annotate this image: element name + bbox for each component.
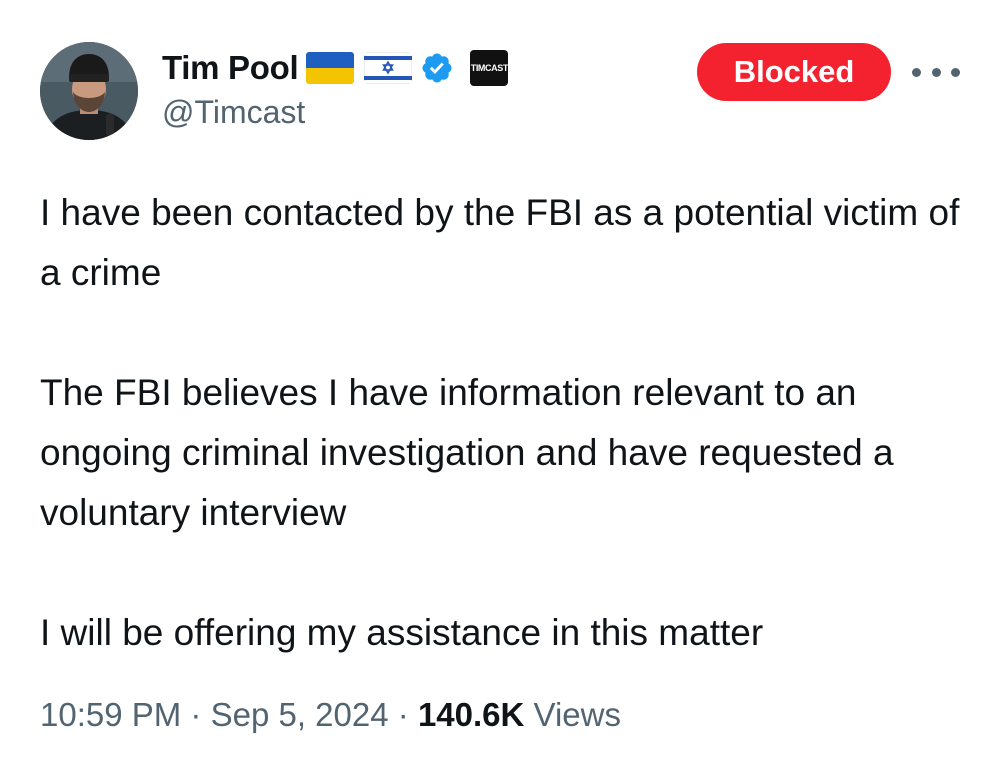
- author-name-row: Tim Pool TIMCAST: [162, 46, 509, 90]
- meta-separator: ·: [397, 696, 409, 733]
- avatar[interactable]: [40, 42, 138, 140]
- avatar-image: [40, 42, 138, 140]
- author-handle[interactable]: @Timcast: [162, 94, 305, 131]
- tweet-text: I have been contacted by the FBI as a po…: [40, 183, 960, 663]
- meta-separator: ·: [190, 696, 202, 733]
- more-options-icon[interactable]: [912, 52, 960, 92]
- dot: [912, 67, 921, 77]
- verified-badge-icon[interactable]: [420, 51, 454, 85]
- tweet-time[interactable]: 10:59 PM: [40, 696, 181, 733]
- views-label: Views: [533, 696, 621, 733]
- tweet-date[interactable]: Sep 5, 2024: [211, 696, 389, 733]
- display-name[interactable]: Tim Pool: [162, 49, 299, 87]
- tweet-paragraph: I will be offering my assistance in this…: [40, 612, 764, 653]
- tweet-meta: 10:59 PM · Sep 5, 2024 · 140.6K Views: [40, 696, 621, 734]
- ukraine-flag-icon: [306, 52, 355, 84]
- israel-flag-icon: [364, 52, 413, 84]
- tweet-card: Tim Pool TIMCAST @Timcast Blocked I have…: [0, 0, 1000, 783]
- tweet-paragraph: The FBI believes I have information rele…: [40, 372, 894, 533]
- affiliate-badge-icon[interactable]: TIMCAST: [470, 50, 509, 86]
- tweet-paragraph: I have been contacted by the FBI as a po…: [40, 192, 960, 293]
- dot: [931, 67, 941, 77]
- dot: [951, 67, 960, 77]
- views-count: 140.6K: [417, 696, 525, 733]
- blocked-button[interactable]: Blocked: [697, 43, 891, 101]
